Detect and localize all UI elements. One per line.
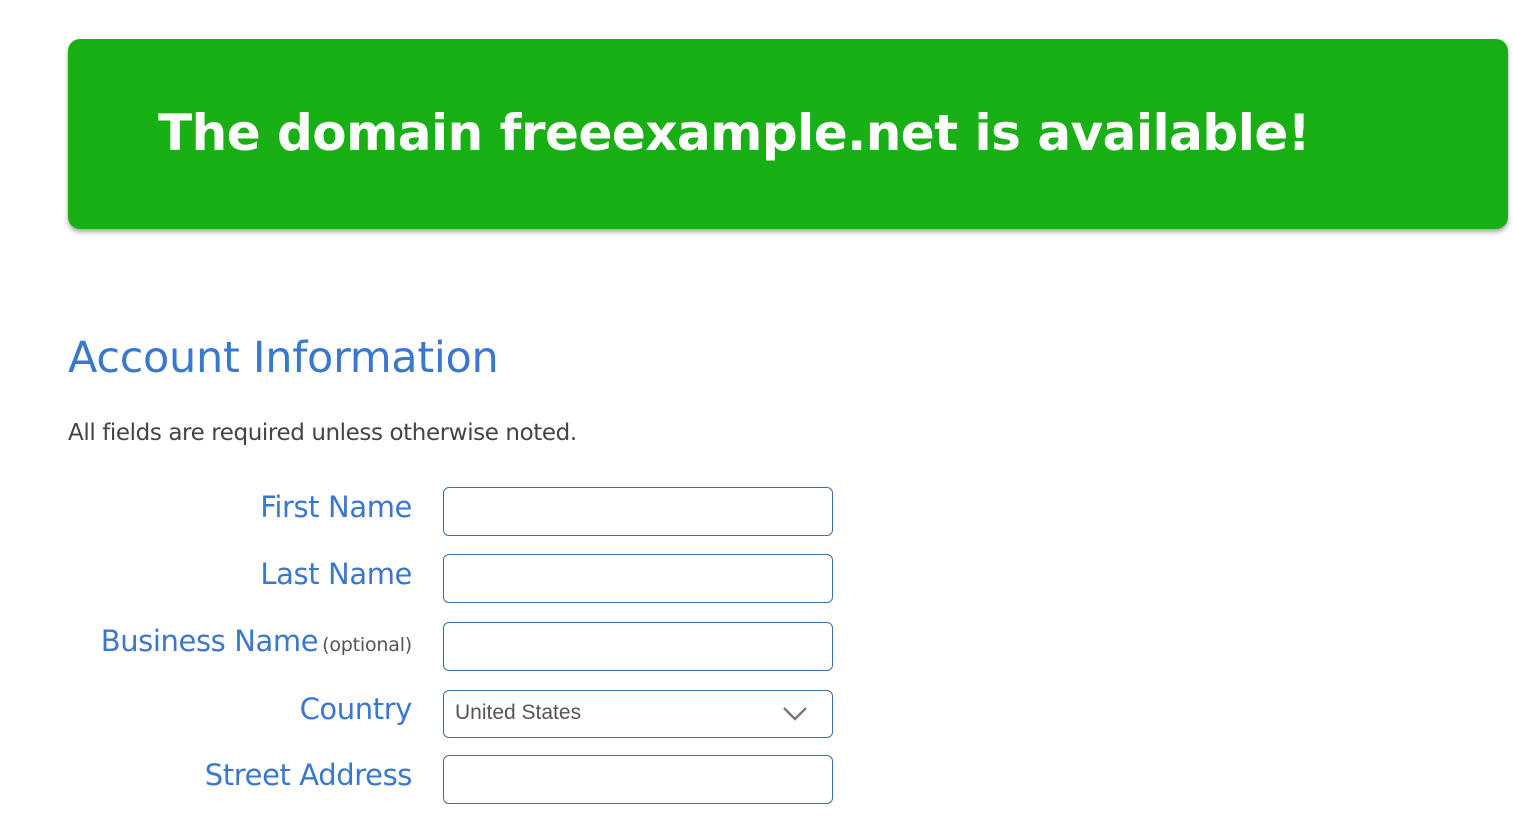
business-name-label-text: Business Name xyxy=(100,624,319,658)
domain-available-banner: The domain freeexample.net is available! xyxy=(68,39,1508,229)
account-information-title: Account Information xyxy=(68,333,499,383)
street-address-row: Street Address xyxy=(0,755,840,805)
country-label: Country xyxy=(299,692,413,726)
chevron-down-icon xyxy=(783,707,807,721)
business-name-row: Business Name (optional) xyxy=(0,622,840,672)
optional-tag: (optional) xyxy=(322,634,412,656)
domain-available-message: The domain freeexample.net is available! xyxy=(158,104,1311,162)
business-name-input[interactable] xyxy=(443,622,833,671)
first-name-input[interactable] xyxy=(443,487,833,536)
country-select[interactable]: United States xyxy=(443,690,833,738)
last-name-input[interactable] xyxy=(443,554,833,603)
last-name-label: Last Name xyxy=(260,557,412,591)
country-row: Country United States xyxy=(0,690,840,740)
business-name-label: Business Name (optional) xyxy=(101,622,412,672)
street-address-input[interactable] xyxy=(443,755,833,804)
required-fields-note: All fields are required unless otherwise… xyxy=(68,420,577,446)
first-name-label: First Name xyxy=(260,490,412,524)
country-selected-value: United States xyxy=(455,701,582,724)
last-name-row: Last Name xyxy=(0,554,840,604)
first-name-row: First Name xyxy=(0,487,840,537)
street-address-label: Street Address xyxy=(204,758,413,792)
